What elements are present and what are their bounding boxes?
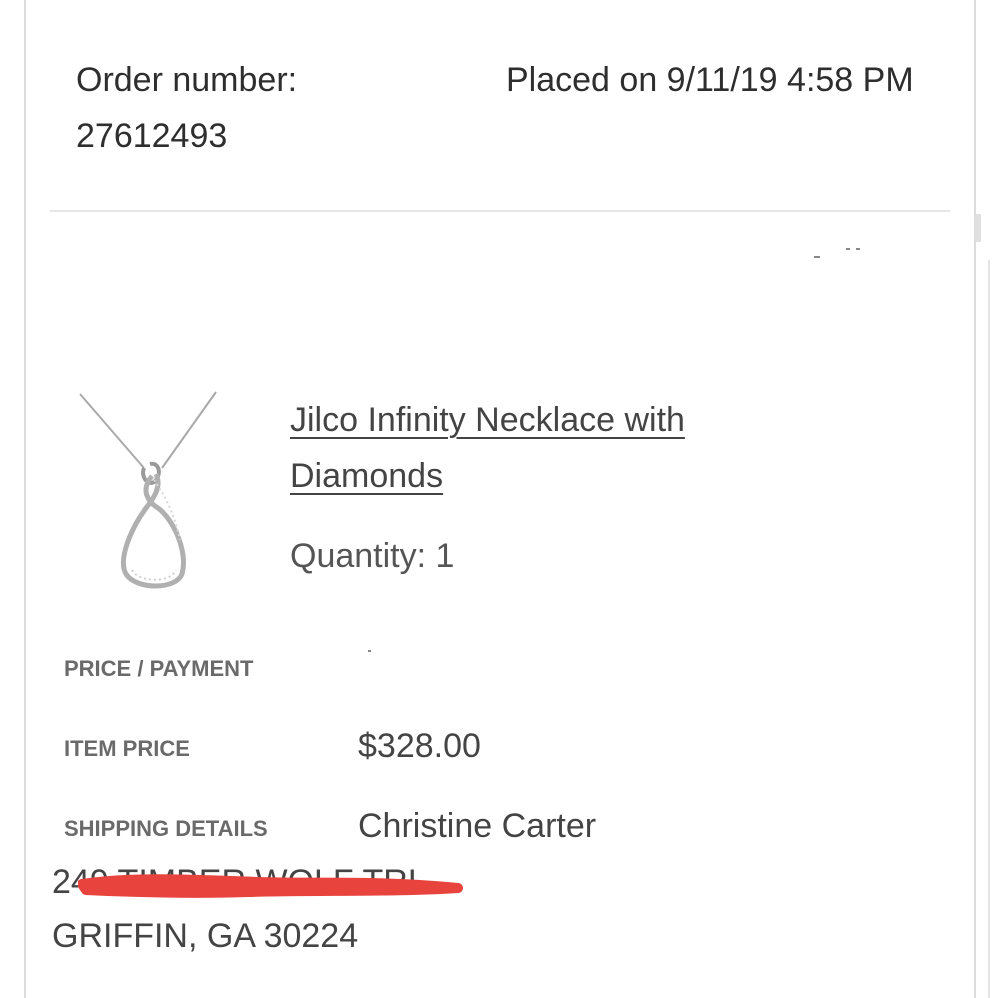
- scrollbar-track[interactable]: [988, 260, 990, 998]
- scrollbar-thumb[interactable]: [975, 214, 981, 242]
- item-price-label: ITEM PRICE: [64, 736, 190, 761]
- quantity-value: 1: [435, 537, 455, 575]
- shipping-recipient-name: Christine Carter: [358, 807, 597, 845]
- infinity-necklace-image[interactable]: [70, 390, 230, 605]
- shipping-details-label: SHIPPING DETAILS: [64, 816, 268, 841]
- quantity-label: Quantity:: [290, 537, 427, 575]
- city-state-zip-text: GRIFFIN, GA 30224: [52, 917, 359, 955]
- product-quantity: Quantity: 1: [290, 528, 454, 584]
- item-price-value: $328.00: [358, 727, 481, 765]
- price-payment-heading: PRICE / PAYMENT: [64, 656, 254, 681]
- order-number: Order number: 27612493: [76, 61, 298, 155]
- section-divider: [50, 210, 950, 212]
- redaction-scribble: [77, 862, 468, 908]
- product-name-link[interactable]: Jilco Infinity Necklace with Diamonds: [290, 392, 810, 504]
- shipping-city-state-zip: GRIFFIN, GA 30224: [52, 914, 358, 958]
- card-left-border: [24, 0, 26, 998]
- artifact-speck: [846, 248, 850, 250]
- artifact-speck: [368, 650, 371, 652]
- artifact-speck: [814, 256, 820, 258]
- artifact-speck: [856, 248, 860, 250]
- order-placed-date: Placed on 9/11/19 4:58 PM: [506, 61, 914, 99]
- card-right-border: [974, 0, 976, 998]
